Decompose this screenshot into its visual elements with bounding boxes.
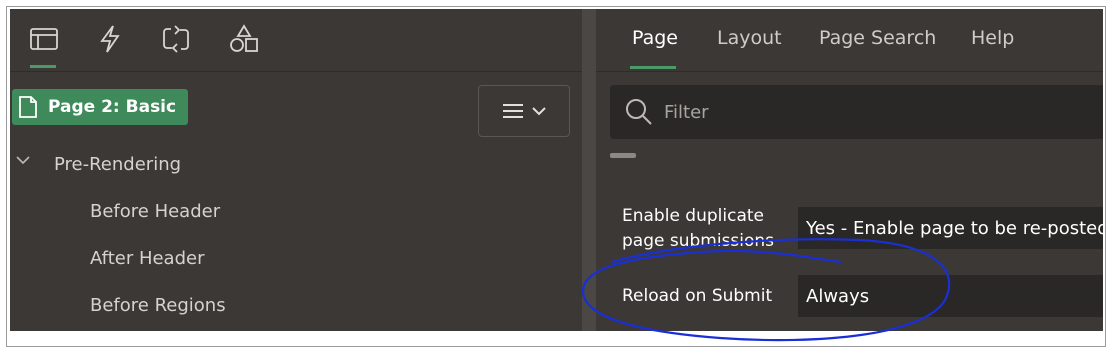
tree-item-before-regions[interactable]: Before Regions <box>90 295 226 316</box>
property-label-reload-on-submit: Reload on Submit <box>622 286 773 306</box>
filter-input[interactable] <box>662 100 1066 124</box>
collapse-group-handle[interactable] <box>610 153 636 158</box>
property-value-duplicate-submissions[interactable]: Yes - Enable page to be re-posted <box>798 207 1103 249</box>
shared-components-icon[interactable] <box>224 21 264 57</box>
tab-page[interactable]: Page <box>632 27 678 49</box>
left-toolbar <box>10 9 582 72</box>
tree-root-page[interactable]: Page 2: Basic <box>12 89 189 125</box>
tab-help[interactable]: Help <box>971 27 1014 49</box>
active-tab-indicator <box>630 66 676 69</box>
pane-splitter[interactable] <box>582 9 596 331</box>
tree-item-before-header[interactable]: Before Header <box>90 201 220 222</box>
chevron-down-icon <box>532 107 546 116</box>
processing-icon[interactable] <box>156 21 196 57</box>
tree-root-label: Page 2: Basic <box>48 97 177 117</box>
property-value-reload-on-submit[interactable]: Always <box>798 275 1103 317</box>
rendering-tree-icon[interactable] <box>24 21 64 57</box>
page-designer: Page 2: Basic Pre-Rendering Before Heade… <box>10 9 1103 331</box>
left-pane: Page 2: Basic Pre-Rendering Before Heade… <box>10 9 582 331</box>
property-tabs: Page Layout Page Search Help <box>596 9 1103 72</box>
property-label-duplicate-submissions: Enable duplicate page submissions <box>622 206 775 251</box>
page-icon <box>19 96 37 118</box>
tree-section-pre-rendering[interactable]: Pre-Rendering <box>54 154 181 175</box>
search-icon <box>626 99 652 125</box>
tab-page-search[interactable]: Page Search <box>819 27 936 49</box>
tree-menu-button[interactable] <box>478 85 570 137</box>
filter-box <box>610 85 1103 139</box>
chevron-down-icon[interactable] <box>16 150 30 169</box>
active-tool-indicator <box>30 65 56 68</box>
property-editor: Page Layout Page Search Help Enable dupl… <box>596 9 1103 331</box>
tree-item-after-header[interactable]: After Header <box>90 248 205 269</box>
tab-layout[interactable]: Layout <box>717 27 782 49</box>
hamburger-icon <box>503 104 523 118</box>
dynamic-actions-icon[interactable] <box>90 21 130 57</box>
